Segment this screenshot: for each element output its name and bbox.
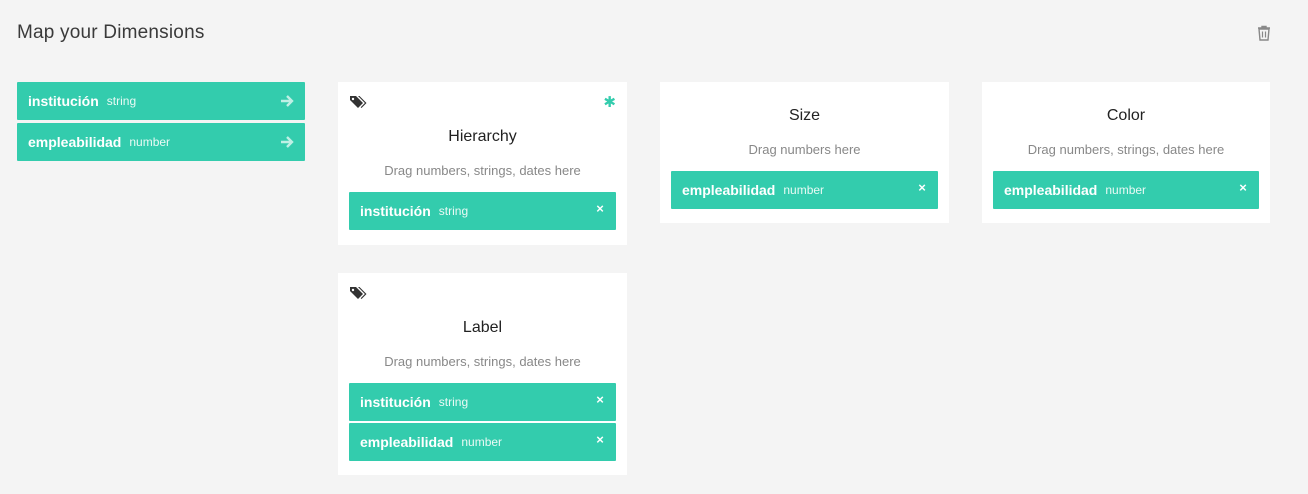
trash-icon[interactable] <box>1255 24 1273 42</box>
dimension-name: institución <box>360 203 431 219</box>
tags-icon <box>350 96 367 108</box>
card-hint: Drag numbers, strings, dates here <box>384 354 581 369</box>
dimension-pill[interactable]: empleabilidad number <box>17 123 305 161</box>
arrow-right-icon <box>281 136 294 148</box>
card-hint: Drag numbers, strings, dates here <box>1027 142 1225 157</box>
dimension-name: empleabilidad <box>682 182 776 198</box>
dimension-type: number <box>129 135 171 149</box>
dimension-name: institución <box>360 394 431 410</box>
mapped-dimension[interactable]: institución string × <box>349 192 616 230</box>
tags-icon <box>350 287 367 299</box>
dimension-type: string <box>438 395 469 409</box>
dimension-type: string <box>438 204 469 218</box>
remove-button[interactable]: × <box>915 180 929 195</box>
hierarchy-card[interactable]: ✱ Hierarchy Drag numbers, strings, dates… <box>338 82 627 245</box>
dimension-name: empleabilidad <box>28 134 122 150</box>
remove-button[interactable]: × <box>593 432 607 447</box>
asterisk-icon: ✱ <box>603 94 616 111</box>
mapped-dimension[interactable]: empleabilidad number × <box>993 171 1259 209</box>
card-title: Color <box>1106 107 1146 124</box>
label-card[interactable]: Label Drag numbers, strings, dates here … <box>338 273 627 475</box>
dimension-list: institución string empleabilidad number <box>17 82 305 161</box>
dimension-name: empleabilidad <box>1004 182 1098 198</box>
remove-button[interactable]: × <box>593 392 607 407</box>
dimension-type: string <box>106 94 137 108</box>
card-hint: Drag numbers, strings, dates here <box>384 163 581 178</box>
dimension-name: institución <box>28 93 99 109</box>
card-hint: Drag numbers here <box>748 142 861 157</box>
card-title: Hierarchy <box>448 128 517 145</box>
arrow-right-icon <box>281 95 294 107</box>
color-card[interactable]: Color Drag numbers, strings, dates here … <box>982 82 1270 223</box>
dimension-type: number <box>1105 183 1147 197</box>
page-title: Map your Dimensions <box>17 22 205 43</box>
card-title: Size <box>788 107 821 124</box>
mapped-dimension[interactable]: empleabilidad number × <box>349 423 616 461</box>
dimension-pill[interactable]: institución string <box>17 82 305 120</box>
dimension-type: number <box>783 183 825 197</box>
mapped-dimension[interactable]: empleabilidad number × <box>671 171 938 209</box>
dimension-name: empleabilidad <box>360 434 454 450</box>
size-card[interactable]: Size Drag numbers here empleabilidad num… <box>660 82 949 223</box>
card-title: Label <box>462 319 503 336</box>
remove-button[interactable]: × <box>593 201 607 216</box>
remove-button[interactable]: × <box>1236 180 1250 195</box>
mapped-dimension[interactable]: institución string × <box>349 383 616 421</box>
dimension-type: number <box>461 435 503 449</box>
